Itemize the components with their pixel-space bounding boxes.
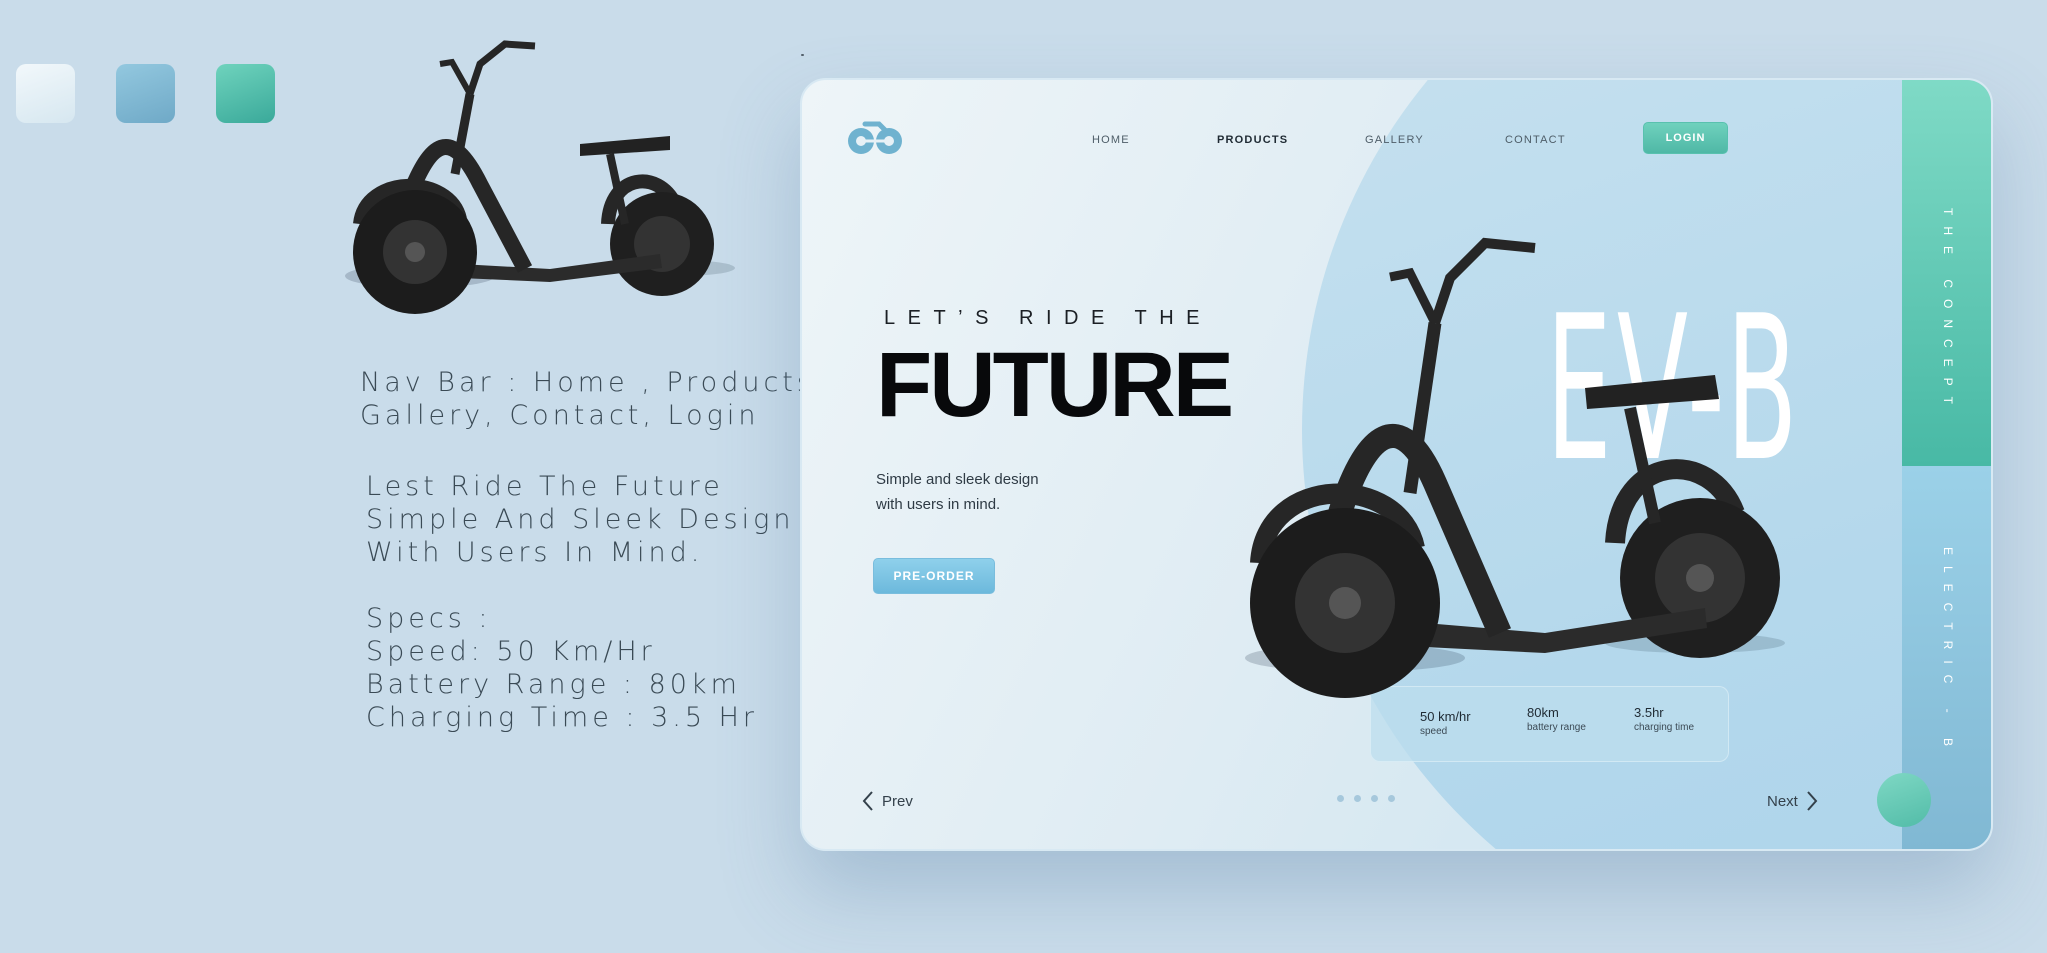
scooter-image-large xyxy=(1245,237,1785,698)
spec-value: 3.5hr xyxy=(1634,705,1664,720)
side-text-electric: ELECTRIC - B xyxy=(1941,547,1955,758)
nav-home[interactable]: HOME xyxy=(1092,134,1130,146)
spec-charging: 3.5hr charging time xyxy=(1634,705,1694,733)
spec-label: speed xyxy=(1420,726,1448,737)
carousel-dot[interactable] xyxy=(1354,795,1361,802)
carousel-dot[interactable] xyxy=(1337,795,1344,802)
note-line: Nav Bar : Home , Products, xyxy=(360,367,828,398)
description-line: with users in mind. xyxy=(876,496,1001,513)
specs-panel: 50 km/hr speed 80km battery range 3.5hr … xyxy=(1370,686,1729,762)
hero-description: Simple and sleek design with users in mi… xyxy=(876,467,1039,517)
spec-value: 80km xyxy=(1527,705,1559,720)
chevron-right-icon xyxy=(1807,791,1818,811)
stray-dot xyxy=(801,54,804,56)
note-line: With Users In Mind. xyxy=(366,537,704,568)
spec-label: battery range xyxy=(1527,722,1586,733)
side-text-concept: THE CONCEPT xyxy=(1941,208,1955,416)
note-line: Gallery, Contact, Login xyxy=(360,400,760,431)
next-label: Next xyxy=(1767,792,1798,810)
note-line: Lest Ride The Future xyxy=(366,471,724,502)
color-swatch-teal xyxy=(216,64,275,123)
note-line: Speed: 50 Km/Hr xyxy=(366,636,656,667)
chevron-left-icon xyxy=(862,791,873,811)
nav-products[interactable]: PRODUCTS xyxy=(1217,134,1288,146)
note-line: Simple And Sleek Design xyxy=(366,504,795,535)
spec-speed: 50 km/hr speed xyxy=(1420,709,1471,737)
hero-tagline: LET’S RIDE THE xyxy=(884,307,1212,329)
carousel-dot[interactable] xyxy=(1371,795,1378,802)
note-line: Specs : xyxy=(366,603,492,634)
hero-notes: Lest Ride The Future Simple And Sleek De… xyxy=(366,470,794,569)
carousel-dots xyxy=(1337,795,1395,802)
spec-value: 50 km/hr xyxy=(1420,709,1471,724)
carousel-dot[interactable] xyxy=(1388,795,1395,802)
color-swatch-light xyxy=(16,64,75,123)
hero-headline: FUTURE xyxy=(876,334,1234,436)
note-line: Charging Time : 3.5 Hr xyxy=(366,702,759,733)
next-circle-button[interactable] xyxy=(1877,773,1931,827)
description-line: Simple and sleek design xyxy=(876,471,1039,488)
spec-battery: 80km battery range xyxy=(1527,705,1586,733)
nav-gallery[interactable]: GALLERY xyxy=(1365,134,1424,146)
note-line: Battery Range : 80km xyxy=(366,669,741,700)
next-button[interactable]: Next xyxy=(1767,790,1818,812)
pre-order-button[interactable]: PRE-ORDER xyxy=(873,558,995,594)
login-button[interactable]: LOGIN xyxy=(1643,122,1728,154)
scooter-image-small xyxy=(345,40,735,314)
bike-logo-icon[interactable] xyxy=(847,116,903,156)
spec-label: charging time xyxy=(1634,722,1695,733)
prev-button[interactable]: Prev xyxy=(862,790,913,812)
spec-notes: Specs : Speed: 50 Km/Hr Battery Range : … xyxy=(366,602,758,734)
nav-contact[interactable]: CONTACT xyxy=(1505,134,1566,146)
nav-notes: Nav Bar : Home , Products, Gallery, Cont… xyxy=(360,366,828,432)
prev-label: Prev xyxy=(882,792,913,810)
color-swatch-blue xyxy=(116,64,175,123)
